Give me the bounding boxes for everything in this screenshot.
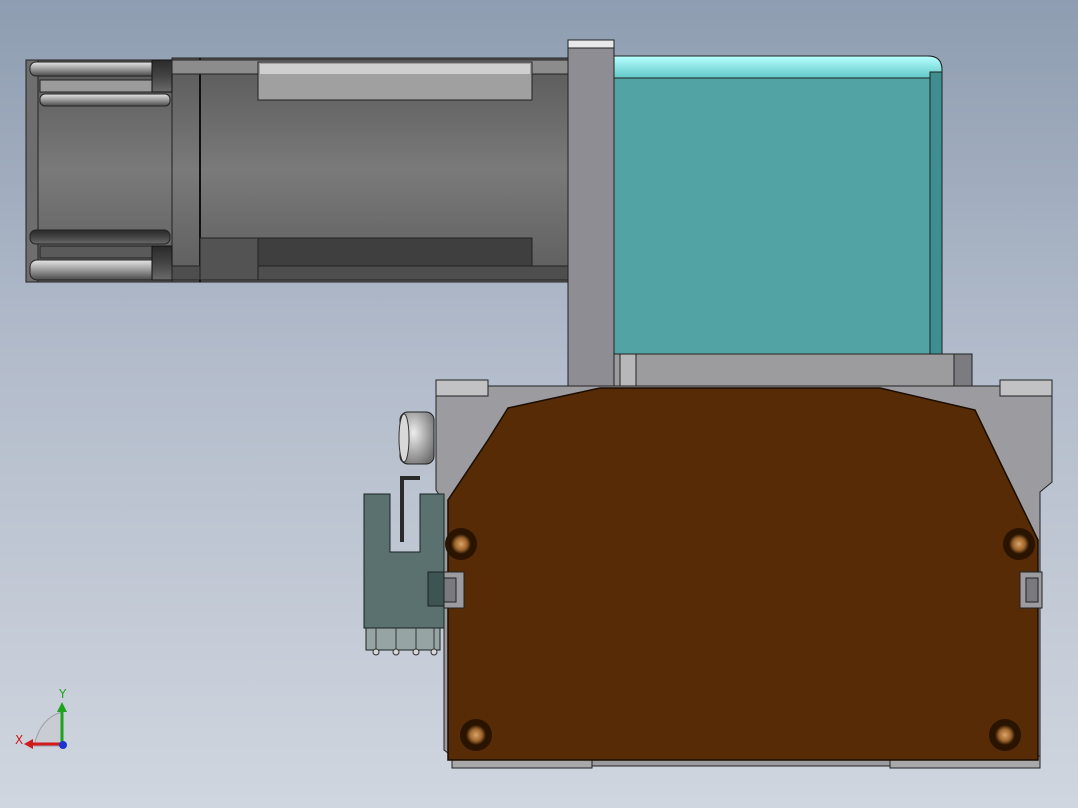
mounting-plate[interactable] [567, 39, 615, 387]
sensor-connector [365, 627, 441, 656]
gearbox[interactable] [613, 55, 973, 387]
gearbox-flange [613, 353, 973, 387]
limit-roller[interactable] [398, 411, 435, 465]
mounting-hole-top-left [445, 528, 477, 560]
cad-viewport[interactable]: Y X [0, 0, 1078, 808]
z-axis-dot [59, 741, 67, 749]
brown-cover-plate[interactable] [429, 387, 1043, 761]
motor-tie-rod-top [29, 61, 171, 77]
x-axis-label: X [15, 733, 23, 747]
motor-tie-rod-bottom [29, 229, 171, 245]
y-axis-label: Y [58, 687, 67, 701]
coordinate-triad: Y X [15, 687, 67, 749]
mounting-hole-bottom-right [989, 719, 1021, 751]
mounting-hole-bottom-left [460, 719, 492, 751]
stepper-motor[interactable] [25, 57, 569, 283]
sensor-bracket[interactable] [363, 476, 445, 656]
mounting-hole-top-right [1003, 528, 1035, 560]
